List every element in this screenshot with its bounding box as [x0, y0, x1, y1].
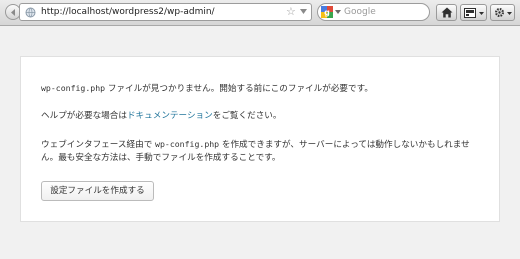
config-filename: wp-config.php: [41, 83, 106, 93]
web-interface-text-before: ウェブインタフェース経由で: [41, 140, 156, 150]
search-engine-dropdown-icon[interactable]: [335, 10, 341, 14]
url-text: http://localhost/wordpress2/wp-admin/: [41, 7, 215, 17]
search-placeholder: Google: [344, 7, 376, 17]
bookmarks-button[interactable]: [460, 4, 487, 21]
manual-create-message: ん。最も安全な方法は、手動でファイルを作成することです。: [41, 153, 281, 163]
missing-config-message: wp-config.php ファイルが見つかりません。開始する前にこのファイルが…: [41, 82, 373, 95]
back-arrow-icon: [11, 9, 15, 16]
missing-config-text: ファイルが見つかりません。開始する前にこのファイルが必要です。: [105, 84, 373, 94]
config-filename: wp-config.php: [155, 139, 220, 149]
bookmark-star-icon[interactable]: ☆: [286, 6, 296, 18]
help-text-before: ヘルプが必要な場合は: [41, 111, 127, 121]
address-bar[interactable]: http://localhost/wordpress2/wp-admin/ ☆: [19, 3, 312, 21]
help-message: ヘルプが必要な場合はドキュメンテーションをご覧ください。: [41, 110, 282, 122]
chevron-down-icon[interactable]: [300, 9, 307, 14]
home-icon: [441, 7, 453, 18]
bookmarks-icon: [464, 8, 476, 18]
globe-icon: [25, 7, 36, 18]
help-text-after: をご覧ください。: [212, 111, 282, 121]
create-config-button[interactable]: 設定ファイルを作成する: [41, 181, 154, 201]
search-bar[interactable]: g Google: [317, 3, 430, 21]
chevron-down-icon: [507, 12, 512, 15]
gear-icon: [494, 7, 505, 18]
browser-toolbar: http://localhost/wordpress2/wp-admin/ ☆ …: [0, 0, 520, 26]
tools-button[interactable]: [490, 4, 515, 21]
chevron-down-icon: [479, 12, 484, 15]
setup-config-panel: wp-config.php ファイルが見つかりません。開始する前にこのファイルが…: [20, 56, 500, 222]
web-interface-message: ウェブインタフェース経由で wp-config.php を作成できますが、サーバ…: [41, 138, 470, 151]
web-interface-text-after: を作成できますが、サーバーによっては動作しないかもしれませ: [219, 140, 470, 150]
documentation-link[interactable]: ドキュメンテーション: [127, 111, 213, 121]
svg-text:g: g: [324, 8, 330, 17]
home-button[interactable]: [436, 4, 457, 21]
google-icon: g: [321, 6, 333, 18]
